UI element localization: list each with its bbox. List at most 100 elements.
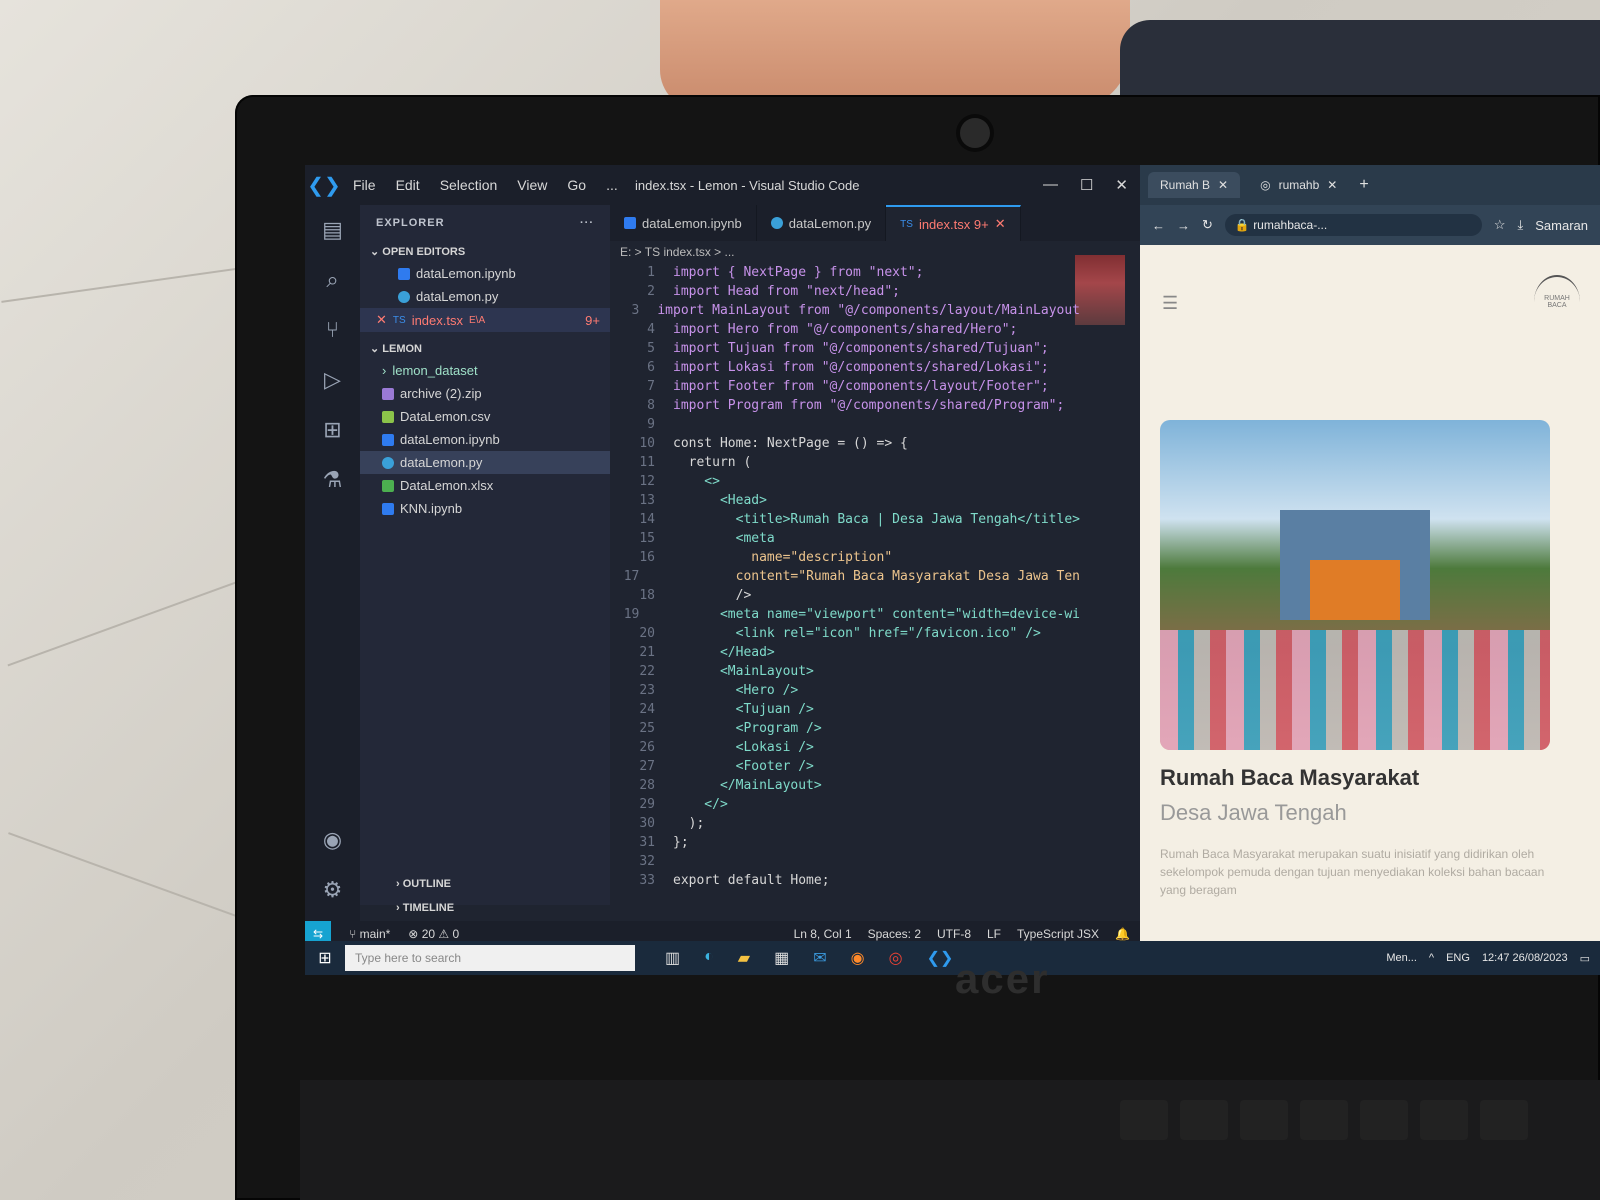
edge-icon[interactable]: ◐ [704,948,714,968]
search-icon[interactable]: ⌕ [305,255,360,305]
code-line[interactable]: 22 <MainLayout> [610,664,1080,683]
clock[interactable]: 12:47 26/08/2023 [1482,952,1568,965]
open-editor-item[interactable]: dataLemon.py [360,285,610,308]
code-line[interactable]: 9 [610,417,1080,436]
code-line[interactable]: 7 import Footer from "@/components/layout… [610,379,1080,398]
minimap[interactable] [1075,255,1125,325]
file-item[interactable]: archive (2).zip [360,382,610,405]
code-line[interactable]: 26 <Lokasi /> [610,740,1080,759]
bell-icon[interactable]: 🔔 [1115,927,1130,941]
code-line[interactable]: 11 return ( [610,455,1080,474]
close-icon[interactable]: ✕ [1327,178,1337,192]
code-line[interactable]: 33 export default Home; [610,873,1080,892]
browser-tab[interactable]: ◎ rumahb ✕ [1248,172,1349,198]
hamburger-icon[interactable]: ☰ [1162,293,1178,314]
code-line[interactable]: 18 /> [610,588,1080,607]
code-line[interactable]: 14 <title>Rumah Baca | Desa Jawa Tengah<… [610,512,1080,531]
open-editor-item[interactable]: dataLemon.ipynb [360,262,610,285]
reload-icon[interactable]: ↻ [1202,217,1213,233]
menu-edit[interactable]: Edit [396,177,420,193]
language-indicator[interactable]: ENG [1446,952,1470,965]
file-item-selected[interactable]: dataLemon.py [360,451,610,474]
new-tab-icon[interactable]: + [1359,176,1368,194]
file-item[interactable]: dataLemon.ipynb [360,428,610,451]
code-line[interactable]: 31}; [610,835,1080,854]
task-view-icon[interactable]: ▥ [665,948,680,968]
code-line[interactable]: 23 <Hero /> [610,683,1080,702]
code-line[interactable]: 1 import { NextPage } from "next"; [610,265,1080,284]
menu-file[interactable]: File [353,177,376,193]
code-line[interactable]: 30 ); [610,816,1080,835]
run-debug-icon[interactable]: ▷ [305,355,360,405]
code-line[interactable]: 2 import Head from "next/head"; [610,284,1080,303]
tab-datalemon-py[interactable]: dataLemon.py [757,205,887,241]
download-icon[interactable]: ⤓ [1518,217,1524,233]
code-line[interactable]: 20 <link rel="icon" href="/favicon.ico" … [610,626,1080,645]
testing-icon[interactable]: ⚗ [305,455,360,505]
notification-icon[interactable]: ▭ [1580,952,1590,965]
encoding[interactable]: UTF-8 [937,927,971,941]
menu-go[interactable]: Go [567,177,586,193]
vscode-taskbar-icon[interactable]: ❮❯ [927,948,954,968]
forward-icon[interactable]: → [1177,218,1190,233]
code-line[interactable]: 29 </> [610,797,1080,816]
close-icon[interactable]: ✕ [376,312,387,328]
file-item[interactable]: DataLemon.xlsx [360,474,610,497]
source-control-icon[interactable]: ⑂ [305,305,360,355]
menu-more[interactable]: ... [606,177,618,193]
firefox-icon[interactable]: ◉ [851,948,865,968]
chrome-icon[interactable]: ◎ [889,948,903,968]
timeline-section[interactable]: › TIMELINE [360,896,610,920]
code-line[interactable]: 8 import Program from "@/components/share… [610,398,1080,417]
chevron-up-icon[interactable]: ^ [1429,952,1434,965]
problems-indicator[interactable]: ⊗ 20 ⚠ 0 [408,927,459,941]
address-bar[interactable]: 🔒 rumahbaca-... [1224,214,1482,236]
close-icon[interactable]: ✕ [995,216,1006,232]
code-line[interactable]: 27 <Footer /> [610,759,1080,778]
tab-datalemon-ipynb[interactable]: dataLemon.ipynb [610,205,757,241]
open-editor-item-active[interactable]: ✕ TS index.tsx E\A 9+ [360,308,610,332]
store-icon[interactable]: ▦ [774,948,789,968]
outline-section[interactable]: › OUTLINE [360,872,610,896]
site-logo[interactable]: RUMAH BACA [1534,275,1580,329]
profile-button[interactable]: Samaran [1535,218,1588,233]
more-icon[interactable]: ··· [580,217,594,229]
back-icon[interactable]: ← [1152,218,1165,233]
code-editor[interactable]: 1 import { NextPage } from "next"; 2 import… [610,265,1080,888]
breadcrumb[interactable]: E: > TS index.tsx > ... [620,245,735,259]
menu-selection[interactable]: Selection [440,177,498,193]
code-line[interactable]: 13 <Head> [610,493,1080,512]
code-line[interactable]: 3 import MainLayout from "@/components/la… [610,303,1080,322]
windows-start-icon[interactable]: ⊞ [305,948,345,968]
close-icon[interactable]: ✕ [1218,178,1228,192]
code-line[interactable]: 15 <meta [610,531,1080,550]
file-item[interactable]: KNN.ipynb [360,497,610,520]
files-icon[interactable]: ▤ [305,205,360,255]
code-line[interactable]: 19 <meta name="viewport" content="width=… [610,607,1080,626]
browser-tab[interactable]: Rumah B ✕ [1148,172,1241,198]
code-line[interactable]: 25 <Program /> [610,721,1080,740]
language-mode[interactable]: TypeScript JSX [1017,927,1099,941]
open-editors-section[interactable]: ⌄ OPEN EDITORS [360,241,610,262]
taskbar-search[interactable]: Type here to search [345,945,635,971]
indent-setting[interactable]: Spaces: 2 [868,927,921,941]
code-line[interactable]: 16 name="description" [610,550,1080,569]
account-icon[interactable]: ◉ [305,815,360,865]
eol[interactable]: LF [987,927,1001,941]
code-line[interactable]: 10 const Home: NextPage = () => { [610,436,1080,455]
code-line[interactable]: 12 <> [610,474,1080,493]
maximize-icon[interactable]: ☐ [1080,176,1093,194]
weather-indicator[interactable]: Men... [1386,952,1417,965]
minimize-icon[interactable]: — [1043,176,1058,194]
code-line[interactable]: 17 content="Rumah Baca Masyarakat Desa J… [610,569,1080,588]
code-line[interactable]: 5 import Tujuan from "@/components/shared… [610,341,1080,360]
folder-icon[interactable]: ▰ [738,948,750,968]
cursor-position[interactable]: Ln 8, Col 1 [794,927,852,941]
folder-section[interactable]: ⌄ LEMON [360,338,610,359]
gear-icon[interactable]: ⚙ [305,865,360,915]
code-line[interactable]: 32 [610,854,1080,873]
branch-indicator[interactable]: ⑂ main* [349,927,390,941]
file-item[interactable]: DataLemon.csv [360,405,610,428]
folder-item[interactable]: › lemon_dataset [360,359,610,382]
menu-view[interactable]: View [517,177,547,193]
